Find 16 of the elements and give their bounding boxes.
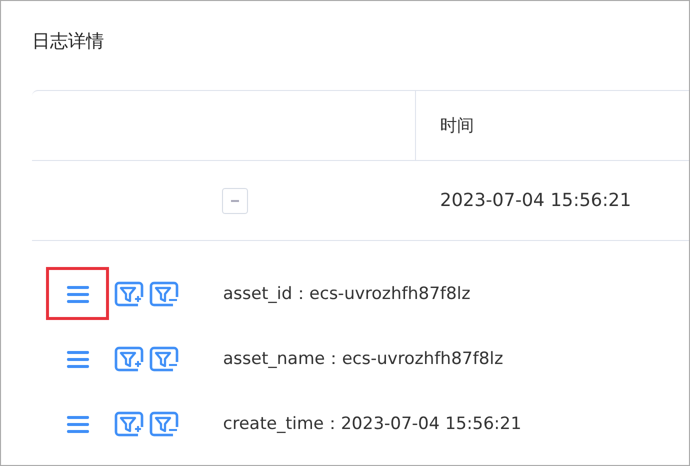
table-cell: 2023-07-04 15:56:21 xyxy=(440,190,632,211)
column-header: 时间 xyxy=(439,115,475,138)
dialog-title: 日志详情 xyxy=(32,30,105,54)
menu-icon[interactable] xyxy=(66,414,90,434)
filter-plus-icon[interactable] xyxy=(114,410,144,436)
filter-plus-icon[interactable] xyxy=(114,346,144,372)
filter-minus-icon[interactable] xyxy=(149,280,179,306)
field-text: create_time：2023-07-04 15:56:21 xyxy=(223,413,522,435)
filter-minus-icon[interactable] xyxy=(149,410,179,436)
filter-plus-icon[interactable] xyxy=(114,280,144,306)
field-text: asset_id：ecs-uvrozhfh87f8lz xyxy=(223,283,470,305)
collapse-icon[interactable] xyxy=(222,188,248,214)
filter-minus-icon[interactable] xyxy=(149,346,179,372)
field-text: asset_name：ecs-uvrozhfh87f8lz xyxy=(223,348,504,370)
menu-icon[interactable] xyxy=(66,348,90,368)
menu-icon[interactable] xyxy=(66,284,90,304)
